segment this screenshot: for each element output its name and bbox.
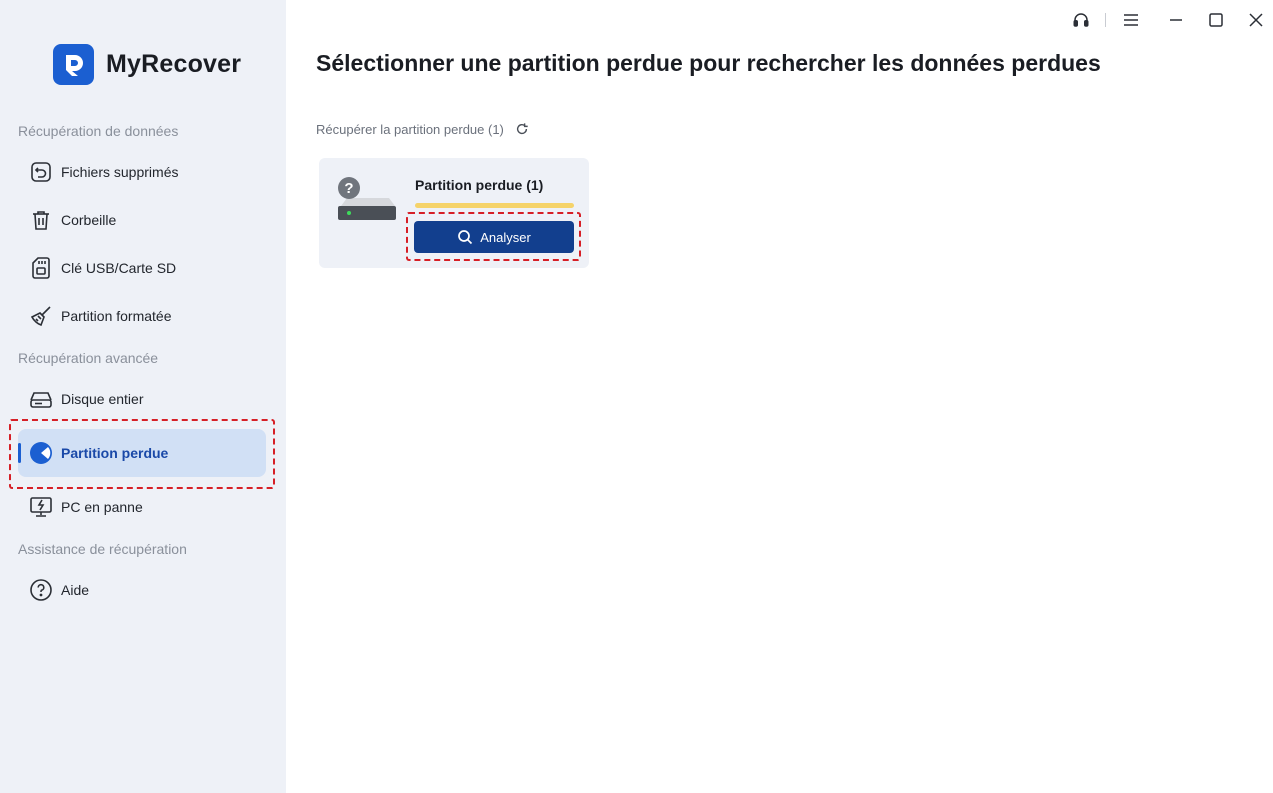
broom-icon [28,303,54,329]
hard-drive-icon [28,386,54,412]
card-title: Partition perdue (1) [415,177,544,193]
sidebar-item-recycle-bin[interactable]: Corbeille [18,199,266,241]
sidebar-item-deleted-files[interactable]: Fichiers supprimés [18,151,266,193]
sidebar-item-label: PC en panne [61,499,143,515]
active-indicator [18,443,21,463]
sidebar-item-crashed-pc[interactable]: PC en panne [18,486,266,528]
sidebar-item-label: Fichiers supprimés [61,164,179,180]
toolbar-divider [1105,13,1106,27]
app-name: MyRecover [106,50,242,78]
restore-icon [28,159,54,185]
analyze-button[interactable]: Analyser [414,221,574,253]
menu-icon[interactable] [1119,8,1143,32]
close-icon[interactable] [1244,8,1268,32]
support-headset-icon[interactable] [1069,8,1093,32]
subheader-label: Récupérer la partition perdue (1) [316,121,504,137]
sidebar-item-help[interactable]: Aide [18,569,266,611]
search-icon [457,229,473,245]
sidebar-item-label: Corbeille [61,212,117,228]
sidebar-item-label: Partition perdue [61,445,169,461]
pie-chart-icon [28,440,54,466]
broken-pc-icon [28,494,54,520]
section-label-recovery-assistance: Assistance de récupération [18,541,187,557]
sidebar-item-lost-partition[interactable]: Partition perdue [18,429,266,477]
help-icon [28,577,54,603]
analyze-button-label: Analyser [480,229,531,245]
sidebar-item-label: Clé USB/Carte SD [61,260,177,276]
myrecover-logo-icon [53,44,94,85]
page-title: Sélectionner une partition perdue pour r… [316,50,1101,76]
sidebar: MyRecover Récupération de données Fichie… [0,0,286,793]
maximize-icon[interactable] [1204,8,1228,32]
sidebar-item-whole-disk[interactable]: Disque entier [18,378,266,420]
lost-partition-card: ? Partition perdue (1) Analyser [319,158,589,268]
app-logo: MyRecover [53,44,241,85]
sd-card-icon [28,255,54,281]
sidebar-item-label: Disque entier [61,391,144,407]
sidebar-item-label: Aide [61,582,90,598]
minimize-icon[interactable] [1164,8,1188,32]
svg-text:?: ? [344,180,353,197]
lost-partition-subheader: Récupérer la partition perdue (1) [316,121,530,137]
sidebar-item-formatted-partition[interactable]: Partition formatée [18,295,266,337]
trash-icon [28,207,54,233]
sidebar-item-usb-sd[interactable]: Clé USB/Carte SD [18,247,266,289]
sidebar-item-label: Partition formatée [61,308,172,324]
partition-usage-bar [415,203,574,208]
refresh-icon[interactable] [514,121,530,137]
section-label-data-recovery: Récupération de données [18,123,179,139]
lost-drive-icon: ? [337,176,397,224]
section-label-advanced-recovery: Récupération avancée [18,350,159,366]
